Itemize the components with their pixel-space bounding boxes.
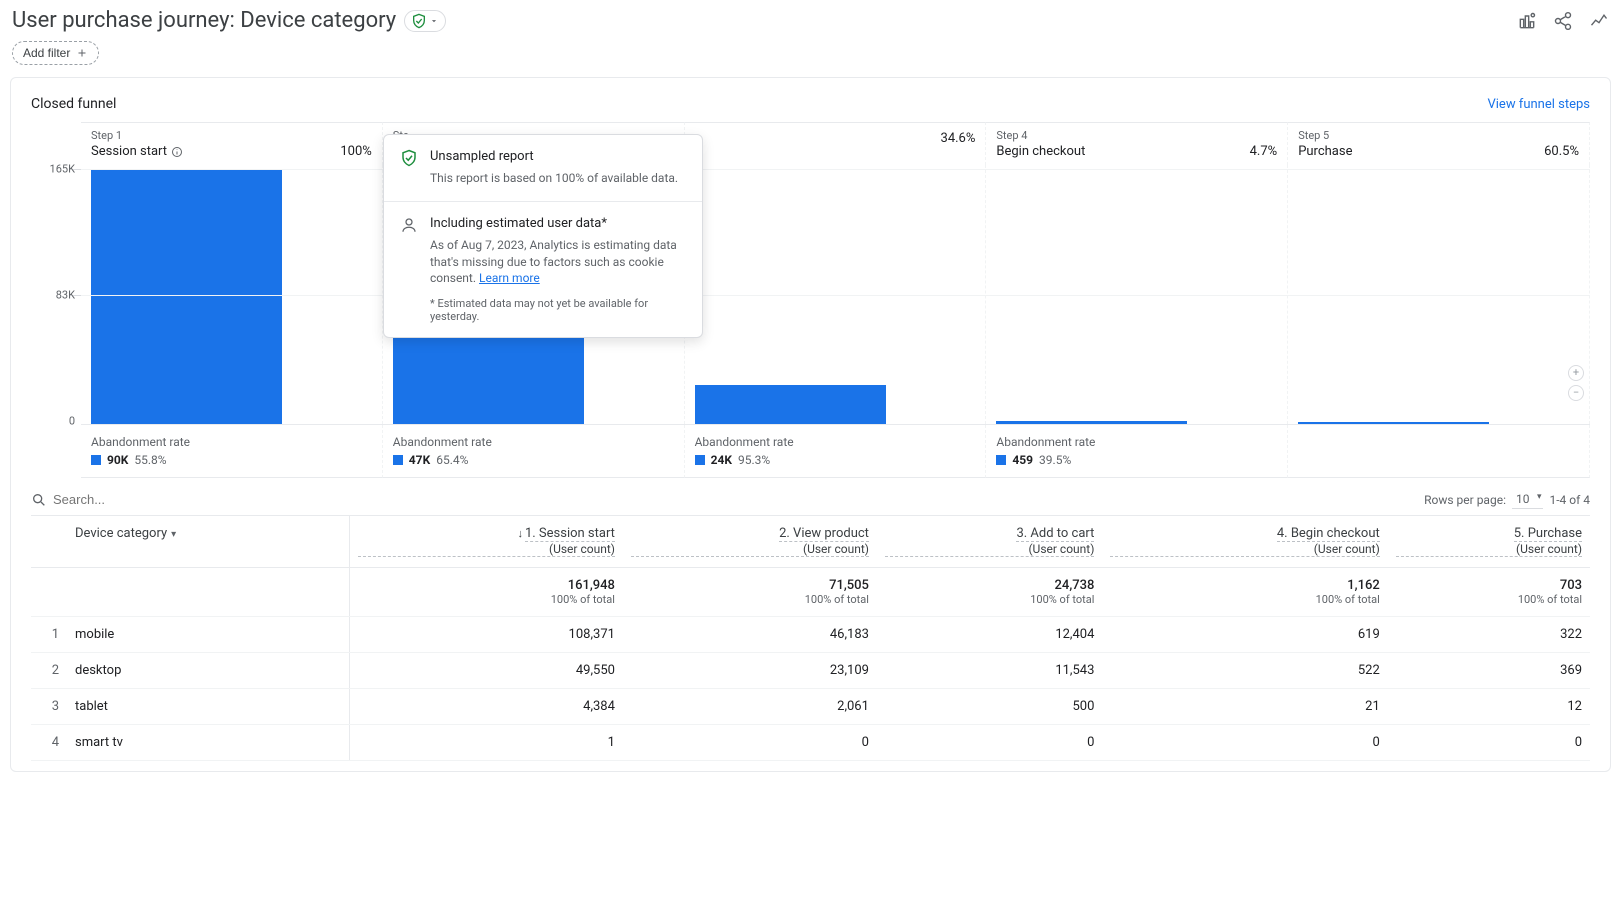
data-table: Device category▾ ↓1. Session start(User …: [31, 515, 1590, 761]
data-quality-popover: Unsampled report This report is based on…: [383, 134, 703, 338]
rows-range: 1-4 of 4: [1549, 493, 1590, 507]
metric-header[interactable]: ↓1. Session start(User count): [349, 516, 623, 568]
metric-header[interactable]: 4. Begin checkout(User count): [1102, 516, 1387, 568]
funnel-step-header: Step 5 Purchase 60.5%: [1288, 122, 1590, 165]
user-estimate-icon: [400, 216, 418, 234]
rows-per-page-label: Rows per page:: [1424, 493, 1506, 507]
page-title: User purchase journey: Device category: [12, 8, 396, 33]
bar-session-start: [91, 170, 282, 424]
insights-icon[interactable]: [1589, 11, 1609, 31]
rows-per-page-select[interactable]: 10: [1512, 490, 1544, 509]
check-shield-icon: [411, 13, 427, 29]
table-row[interactable]: 2 desktop 49,55023,10911,543522369: [31, 653, 1590, 689]
search-input[interactable]: [53, 492, 1414, 507]
search-icon: [31, 492, 47, 508]
funnel-step-header: Step 1 Session start 100%: [81, 122, 383, 165]
learn-more-link[interactable]: Learn more: [479, 271, 540, 285]
table-header-row: Device category▾ ↓1. Session start(User …: [31, 516, 1590, 568]
add-filter-label: Add filter: [23, 46, 70, 60]
abandonment-cell: Abandonment rate 45939.5%: [986, 425, 1288, 478]
abandonment-cell: Abandonment rate 47K65.4%: [383, 425, 685, 478]
bar-purchase: [1298, 422, 1489, 424]
abandonment-cell: Abandonment rate 24K95.3%: [685, 425, 987, 478]
add-filter-button[interactable]: Add filter: [12, 41, 99, 65]
abandonment-cell: [1288, 425, 1590, 478]
metric-header[interactable]: 5. Purchase(User count): [1388, 516, 1590, 568]
chevron-down-icon: [429, 16, 439, 26]
zoom-in-button[interactable]: +: [1568, 365, 1584, 381]
y-axis: 165K 83K 0: [31, 165, 81, 425]
table-row[interactable]: 1 mobile 108,37146,18312,404619322: [31, 617, 1590, 653]
bar-begin-checkout: [996, 421, 1187, 424]
zoom-out-button[interactable]: −: [1568, 385, 1584, 401]
view-funnel-steps-link[interactable]: View funnel steps: [1487, 97, 1590, 112]
funnel-step-header: Step 4 Begin checkout 4.7%: [986, 122, 1288, 165]
table-row[interactable]: 3 tablet 4,3842,0615002112: [31, 689, 1590, 725]
dimension-header[interactable]: Device category▾: [67, 516, 349, 568]
abandonment-cell: Abandonment rate 90K55.8%: [81, 425, 383, 478]
metric-header[interactable]: 2. View product(User count): [623, 516, 877, 568]
share-icon[interactable]: [1553, 11, 1573, 31]
totals-row: 161,948100% of total 71,505100% of total…: [31, 568, 1590, 617]
card-title: Closed funnel: [31, 96, 116, 112]
info-icon[interactable]: [171, 146, 183, 158]
check-shield-icon: [400, 149, 418, 167]
table-row[interactable]: 4 smart tv 10000: [31, 725, 1590, 761]
funnel-bars: [81, 165, 1590, 425]
metric-header[interactable]: 3. Add to cart(User count): [877, 516, 1102, 568]
bar-add-to-cart: [695, 385, 886, 424]
funnel-step-header: 34.6%: [685, 122, 987, 165]
customize-report-icon[interactable]: [1517, 11, 1537, 31]
plus-icon: [76, 47, 88, 59]
data-quality-pill[interactable]: [404, 10, 446, 32]
